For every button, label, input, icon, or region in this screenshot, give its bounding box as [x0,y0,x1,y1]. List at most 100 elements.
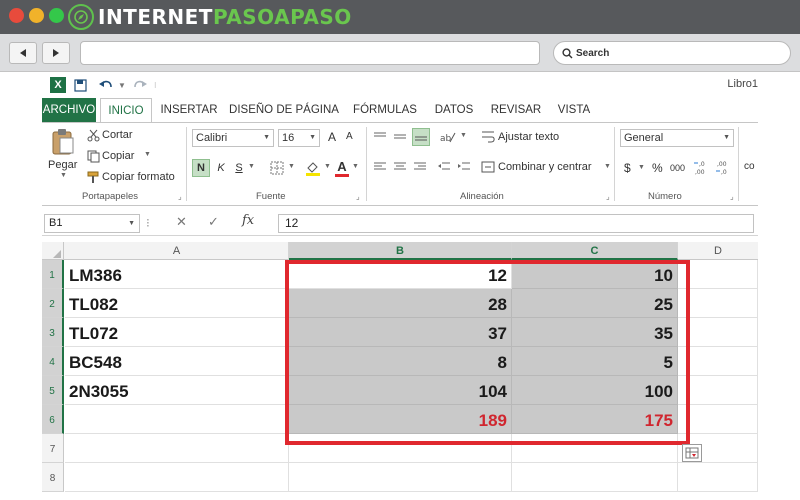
cell-b7[interactable] [289,434,512,463]
row-header[interactable]: 3 [42,318,64,347]
cell-d5[interactable] [678,376,758,405]
insert-function-button[interactable]: fx [242,213,254,228]
cell-a4[interactable]: BC548 [65,347,289,376]
orientation-icon[interactable]: ab [438,129,458,145]
fill-color-icon[interactable] [304,159,322,177]
row-header[interactable]: 5 [42,376,64,405]
cell-b5[interactable]: 104 [289,376,512,405]
font-color-button[interactable]: A [334,158,350,174]
merge-dropdown-icon[interactable]: ▼ [604,163,611,170]
confirm-entry-icon[interactable]: ✓ [208,214,219,230]
bold-button[interactable]: N [192,159,210,177]
cell-b6-total[interactable]: 189 [289,405,512,434]
underline-button[interactable]: S [231,159,247,177]
cell-d8[interactable] [678,463,758,492]
cell-a2[interactable]: TL082 [65,289,289,318]
tab-revisar[interactable]: REVISAR [486,98,546,122]
borders-icon[interactable] [268,160,286,176]
close-window-button[interactable] [9,8,24,23]
back-button[interactable] [9,42,37,64]
row-header[interactable]: 6 [42,405,64,434]
save-icon[interactable] [74,77,87,93]
merge-center-button[interactable]: Combinar y centrar [498,161,592,173]
cancel-entry-icon[interactable]: ✕ [176,214,187,230]
tab-diseno-de-pagina[interactable]: DISEÑO DE PÁGINA [228,98,340,122]
shrink-font-button[interactable]: A [346,131,353,142]
tab-archivo[interactable]: ARCHIVO [42,98,96,122]
cell-a7[interactable] [65,434,289,463]
undo-dropdown-icon[interactable]: ▼ [118,77,126,93]
customize-toolbar-icon[interactable]: ⁝ [154,77,157,93]
cell-c5[interactable]: 100 [512,376,678,405]
align-left-icon[interactable] [372,161,388,173]
column-header-d[interactable]: D [678,242,758,260]
row-header[interactable]: 7 [42,434,64,463]
align-top-icon[interactable] [372,131,388,143]
grow-font-button[interactable]: A [328,130,336,144]
undo-icon[interactable] [98,77,114,93]
increase-decimal-icon[interactable]: ,0,00 [692,158,712,176]
cell-d2[interactable] [678,289,758,318]
column-header-a[interactable]: A [65,242,289,260]
wrap-text-button[interactable]: Ajustar texto [498,131,559,143]
cell-b4[interactable]: 8 [289,347,512,376]
fill-color-dropdown-icon[interactable]: ▼ [324,163,331,170]
maximize-window-button[interactable] [49,8,64,23]
align-bottom-icon[interactable] [412,128,430,146]
number-format-select[interactable]: General ▼ [620,129,734,147]
copy-button[interactable]: Copiar [102,150,134,162]
align-right-icon[interactable] [412,161,428,173]
address-bar[interactable] [80,41,540,65]
copy-dropdown-icon[interactable]: ▼ [144,151,151,158]
currency-button[interactable]: $ [624,161,631,175]
row-header[interactable]: 2 [42,289,64,318]
cell-b3[interactable]: 37 [289,318,512,347]
cut-button[interactable]: Cortar [102,129,133,141]
cell-a1[interactable]: LM386 [65,260,289,289]
cell-c6-total[interactable]: 175 [512,405,678,434]
tab-vista[interactable]: VISTA [552,98,596,122]
column-header-c[interactable]: C [512,242,678,260]
formula-input[interactable]: 12 [278,214,754,233]
tab-datos[interactable]: DATOS [430,98,478,122]
cell-d4[interactable] [678,347,758,376]
decrease-indent-icon[interactable] [436,161,452,173]
alignment-launcher-icon[interactable]: ⌟ [606,192,610,201]
decrease-decimal-icon[interactable]: ,00,0 [714,158,734,176]
font-size-select[interactable]: 16 ▼ [278,129,320,147]
font-color-dropdown-icon[interactable]: ▼ [352,163,359,170]
row-header[interactable]: 4 [42,347,64,376]
cell-c7[interactable] [512,434,678,463]
format-painter-button[interactable]: Copiar formato [102,171,175,183]
column-header-b[interactable]: B [289,242,512,260]
percent-button[interactable]: % [652,161,663,175]
align-center-icon[interactable] [392,161,408,173]
cell-b2[interactable]: 28 [289,289,512,318]
cell-a5[interactable]: 2N3055 [65,376,289,405]
cell-c3[interactable]: 35 [512,318,678,347]
currency-dropdown-icon[interactable]: ▼ [638,164,645,171]
conditional-format-button[interactable]: co [744,161,755,172]
font-launcher-icon[interactable]: ⌟ [356,192,360,201]
cell-a3[interactable]: TL072 [65,318,289,347]
cell-a6[interactable] [65,405,289,434]
cell-d6[interactable] [678,405,758,434]
increase-indent-icon[interactable] [456,161,472,173]
cell-b8[interactable] [289,463,512,492]
paste-button[interactable]: Pegar [48,159,77,171]
thousands-button[interactable]: 000 [670,163,685,173]
cell-c8[interactable] [512,463,678,492]
orientation-dropdown-icon[interactable]: ▼ [460,132,467,139]
cell-d3[interactable] [678,318,758,347]
cell-a8[interactable] [65,463,289,492]
cell-b1[interactable]: 12 [289,260,512,289]
name-box[interactable]: B1 ▼ [44,214,140,233]
cell-c4[interactable]: 5 [512,347,678,376]
underline-dropdown-icon[interactable]: ▼ [248,163,255,170]
italic-button[interactable]: K [213,159,229,177]
cell-c2[interactable]: 25 [512,289,678,318]
font-name-select[interactable]: Calibri ▼ [192,129,274,147]
align-middle-icon[interactable] [392,131,408,143]
tab-formulas[interactable]: FÓRMULAS [350,98,420,122]
select-all-button[interactable] [42,242,64,260]
